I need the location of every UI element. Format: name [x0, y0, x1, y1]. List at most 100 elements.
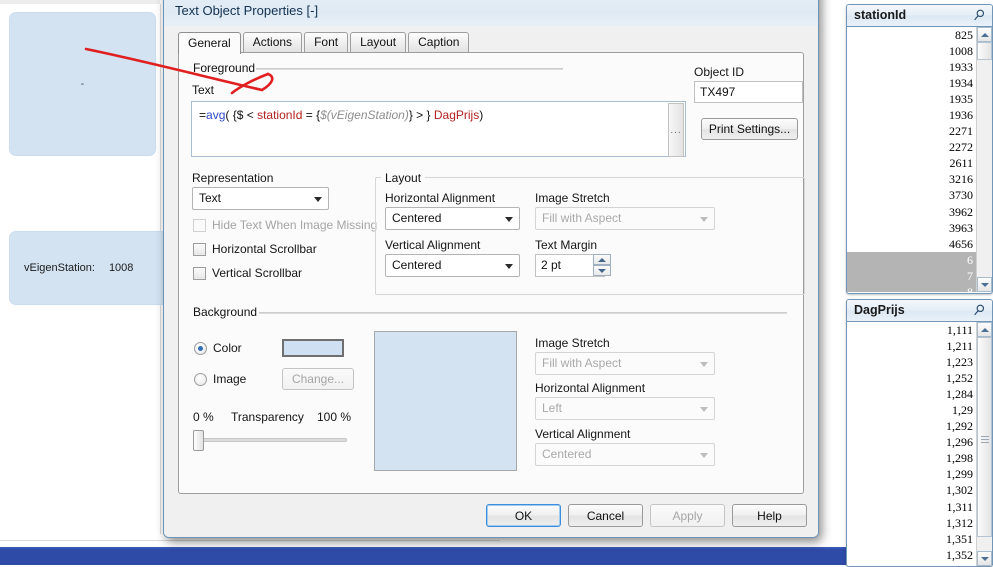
listbox-row[interactable]: 1008	[847, 43, 977, 59]
listbox-row[interactable]: 1,352	[847, 547, 977, 563]
background-horizontal-alignment-label: Horizontal Alignment	[535, 381, 646, 395]
listbox-row[interactable]: 3963	[847, 220, 977, 236]
layout-horizontal-alignment-select[interactable]: Centered	[385, 207, 520, 230]
listbox-stationid-scrollbar[interactable]	[976, 27, 992, 292]
listbox-row[interactable]: 2611	[847, 155, 977, 171]
checkbox-vertical-scrollbar[interactable]	[193, 267, 206, 280]
background-horizontal-alignment-value: Left	[542, 401, 563, 415]
radio-background-color-label: Color	[213, 341, 242, 355]
listbox-row[interactable]: 1,312	[847, 515, 977, 531]
listbox-row[interactable]: 8	[847, 283, 977, 292]
scroll-up-button[interactable]	[977, 322, 992, 337]
ok-button[interactable]: OK	[486, 504, 561, 527]
listbox-dagprijs-body[interactable]: 1,111 1,211 1,223 1,252 1,284 1,29 1,292 1,296 1…	[847, 322, 992, 566]
listbox-row[interactable]: 2272	[847, 139, 977, 155]
listbox-row[interactable]: 1,374	[847, 563, 977, 566]
listbox-stationid-body[interactable]: 825 1008 1933 1934 1935 1936 2271 2272 2611 3216 3…	[847, 27, 992, 292]
listbox-row[interactable]: 2271	[847, 123, 977, 139]
foreground-group-rule	[256, 68, 563, 70]
transparency-slider-thumb[interactable]	[193, 430, 204, 451]
transparency-max-label: 100 %	[317, 410, 352, 424]
radio-background-color[interactable]	[194, 342, 207, 355]
listbox-row[interactable]: 1,292	[847, 418, 977, 434]
listbox-row[interactable]: 1,302	[847, 482, 977, 498]
magnifier-icon[interactable]	[972, 303, 986, 318]
print-settings-button[interactable]: Print Settings...	[701, 118, 798, 140]
listbox-row[interactable]: 3730	[847, 187, 977, 203]
stepper-down-button[interactable]	[593, 265, 611, 276]
checkbox-horizontal-scrollbar[interactable]	[193, 243, 206, 256]
listbox-row[interactable]: 1,296	[847, 434, 977, 450]
listbox-row[interactable]: 1,211	[847, 338, 977, 354]
expr-field-dagprijs: DagPrijs	[433, 108, 480, 122]
listbox-row[interactable]: 1,298	[847, 450, 977, 466]
magnifier-icon[interactable]	[972, 8, 986, 23]
scroll-down-button[interactable]	[977, 551, 992, 566]
background-group-rule	[259, 312, 787, 314]
listbox-row[interactable]: 1,284	[847, 386, 977, 402]
radio-background-image-label: Image	[213, 372, 247, 386]
cancel-button[interactable]: Cancel	[568, 504, 643, 527]
listbox-row[interactable]: 1,223	[847, 354, 977, 370]
listbox-row[interactable]: 7	[847, 267, 977, 284]
representation-select[interactable]: Text	[192, 187, 329, 210]
listbox-row[interactable]: 3962	[847, 204, 977, 220]
tab-font[interactable]: Font	[304, 32, 349, 52]
transparency-min-label: 0 %	[193, 410, 214, 424]
listbox-row[interactable]: 4656	[847, 236, 977, 252]
text-object-properties-dialog[interactable]: Text Object Properties [-] ✕ General Act…	[163, 0, 819, 538]
listbox-row[interactable]: 3216	[847, 171, 977, 187]
listbox-row[interactable]: 1934	[847, 75, 977, 91]
text-margin-stepper[interactable]	[593, 254, 611, 277]
background-vertical-alignment-value: Centered	[542, 447, 592, 461]
chevron-down-icon	[700, 362, 708, 367]
windows-taskbar[interactable]	[0, 549, 993, 565]
variable-label: vEigenStation:	[24, 262, 95, 274]
tab-layout[interactable]: Layout	[350, 32, 407, 52]
background-color-swatch[interactable]	[282, 339, 344, 357]
scrollbar-thumb[interactable]	[977, 42, 992, 60]
radio-background-image[interactable]	[194, 373, 207, 386]
listbox-row[interactable]: 1,29	[847, 402, 977, 418]
tab-general[interactable]: General	[178, 32, 241, 54]
layout-horizontal-alignment-label: Horizontal Alignment	[385, 191, 496, 205]
listbox-stationid[interactable]: stationId 825 1008 1933 1934 1935 1936 2271 227…	[846, 4, 993, 294]
text-field-label: Text	[192, 83, 215, 97]
tab-caption[interactable]: Caption	[408, 32, 470, 52]
listbox-row[interactable]: 1,252	[847, 370, 977, 386]
listbox-dagprijs-title: DagPrijs	[854, 303, 905, 317]
scrollbar-thumb[interactable]	[977, 337, 992, 537]
expression-editor-button[interactable]: ...	[668, 103, 684, 157]
text-object-preview[interactable]: -	[9, 12, 156, 156]
tab-bar[interactable]: General Actions Font Layout Caption	[178, 32, 471, 54]
stepper-up-button[interactable]	[593, 254, 611, 265]
listbox-row[interactable]: 1936	[847, 107, 977, 123]
listbox-dagprijs-rows[interactable]: 1,111 1,211 1,223 1,252 1,284 1,29 1,292 1,296 1…	[847, 322, 977, 566]
scroll-up-button[interactable]	[977, 27, 992, 42]
listbox-stationid-caption: stationId	[847, 5, 992, 27]
sheet-divider	[0, 540, 500, 541]
listbox-row[interactable]: 1,351	[847, 531, 977, 547]
listbox-stationid-rows[interactable]: 825 1008 1933 1934 1935 1936 2271 2272 2611 3216 3…	[847, 27, 977, 292]
help-button[interactable]: Help	[732, 504, 807, 527]
listbox-row[interactable]: 1,111	[847, 322, 977, 338]
listbox-row[interactable]: 1935	[847, 91, 977, 107]
variable-text-object[interactable]: vEigenStation: 1008	[9, 231, 170, 305]
layout-vertical-alignment-select[interactable]: Centered	[385, 254, 520, 277]
scroll-down-button[interactable]	[977, 277, 992, 292]
listbox-row[interactable]: 6	[847, 251, 977, 268]
text-expression-input[interactable]: =avg( {$ < stationId = {$(vEigenStation)…	[191, 101, 686, 157]
background-horizontal-alignment-select: Left	[535, 397, 715, 420]
listbox-dagprijs[interactable]: DagPrijs 1,111 1,211 1,223 1,252 1,284 1,29 1,…	[846, 299, 993, 567]
tab-actions[interactable]: Actions	[242, 32, 303, 52]
listbox-row[interactable]: 825	[847, 27, 977, 43]
chevron-down-icon	[700, 217, 708, 222]
object-id-input[interactable]: TX497	[694, 81, 803, 103]
listbox-row[interactable]: 1,311	[847, 499, 977, 515]
listbox-dagprijs-scrollbar[interactable]	[976, 322, 992, 566]
listbox-row[interactable]: 1,299	[847, 466, 977, 482]
layout-image-stretch-value: Fill with Aspect	[542, 211, 622, 225]
background-image-stretch-value: Fill with Aspect	[542, 356, 622, 370]
listbox-row[interactable]: 1933	[847, 59, 977, 75]
transparency-slider-track[interactable]	[195, 438, 347, 442]
